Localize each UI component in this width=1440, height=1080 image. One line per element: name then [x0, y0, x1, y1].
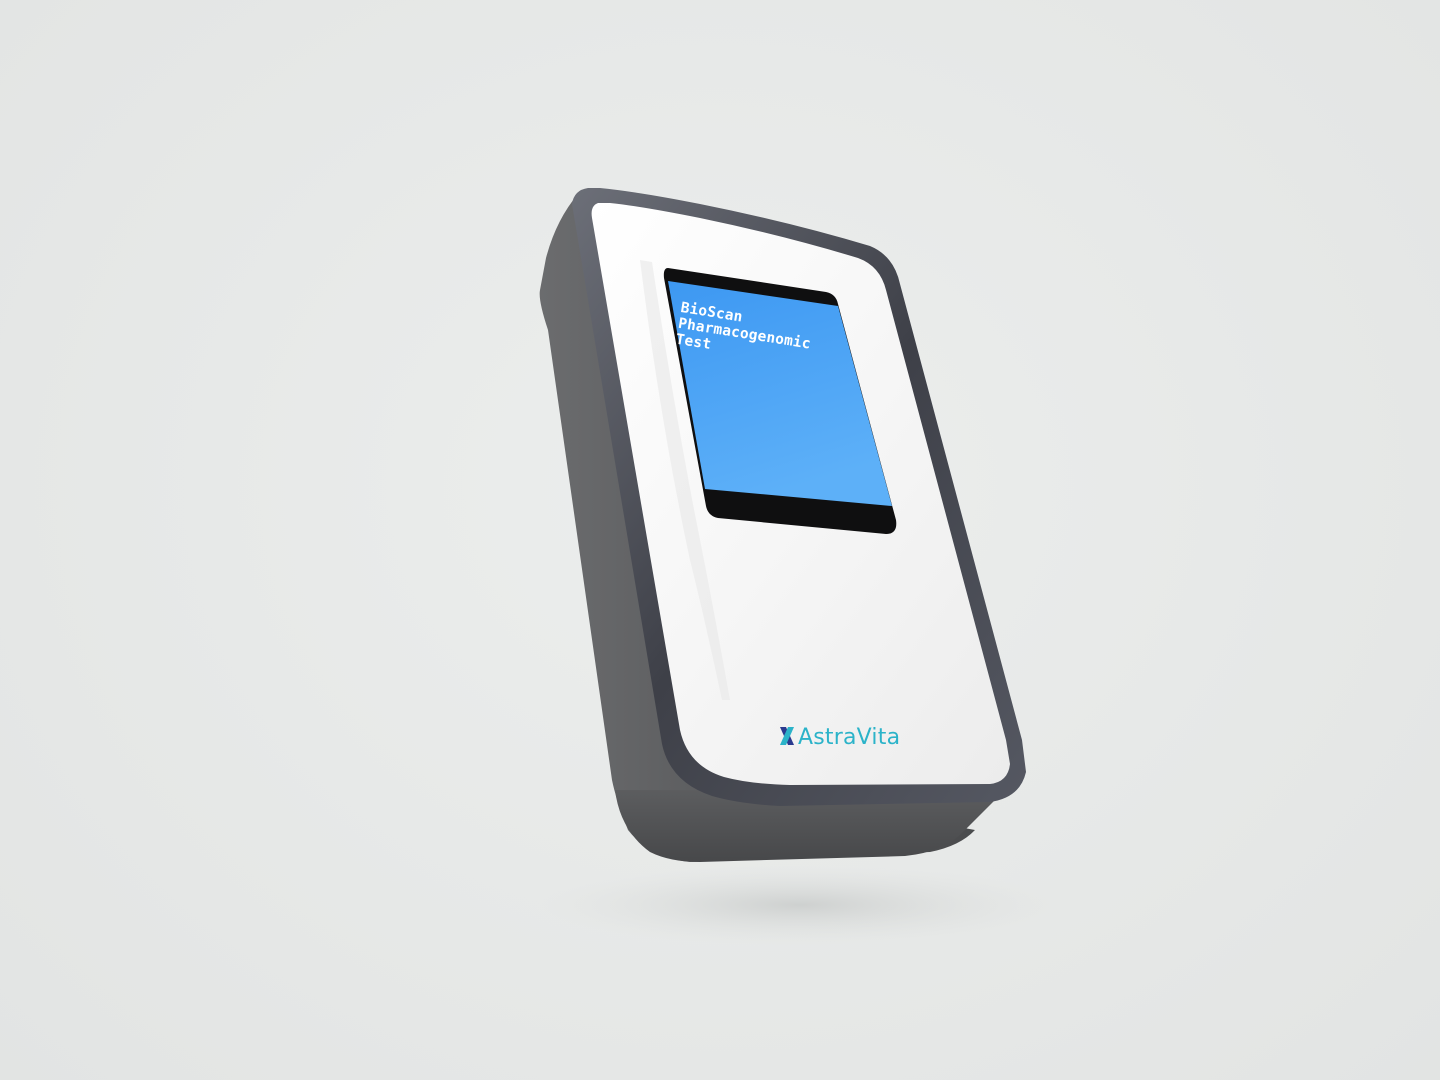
product-scene [539, 188, 1060, 945]
brand-name: AstraVita [798, 725, 901, 750]
brand-logo: AstraVita [778, 725, 900, 750]
floor-shadow [540, 865, 1060, 945]
